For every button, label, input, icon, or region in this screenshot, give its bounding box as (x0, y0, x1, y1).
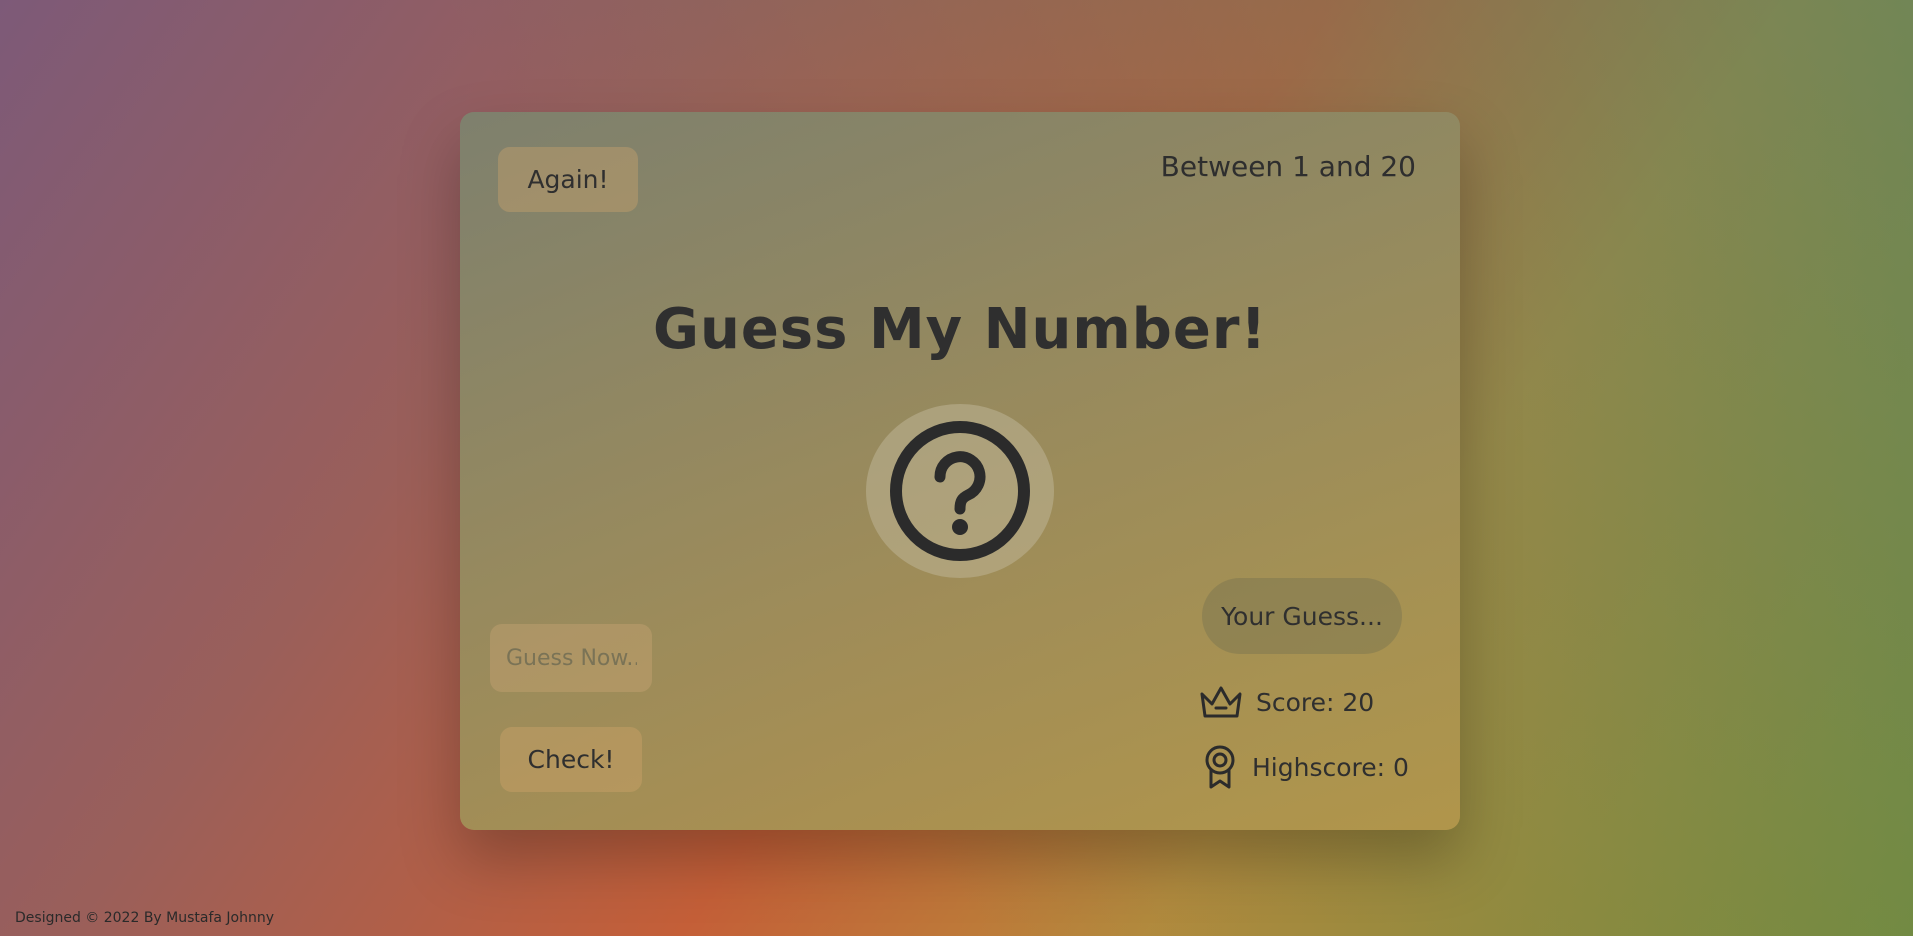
crown-icon (1200, 686, 1242, 718)
range-label: Between 1 and 20 (1160, 150, 1416, 183)
message-pill: Your Guess... (1202, 578, 1402, 654)
check-button[interactable]: Check! (500, 727, 642, 792)
award-icon (1205, 745, 1235, 789)
highscore-label: Highscore: 0 (1252, 752, 1409, 782)
footer-credit: Designed © 2022 By Mustafa Johnny (15, 910, 275, 926)
question-circle-icon (890, 421, 1030, 561)
secret-number-display (866, 404, 1054, 578)
score-label: Score: 20 (1256, 687, 1375, 717)
highscore-stat: Highscore: 0 (1200, 744, 1409, 790)
score-stat: Score: 20 (1198, 684, 1374, 720)
page-title: Guess My Number! (652, 297, 1267, 362)
again-button[interactable]: Again! (498, 147, 638, 212)
guess-input[interactable] (490, 624, 652, 692)
game-card: Again! Between 1 and 20 Guess My Number!… (460, 112, 1460, 830)
